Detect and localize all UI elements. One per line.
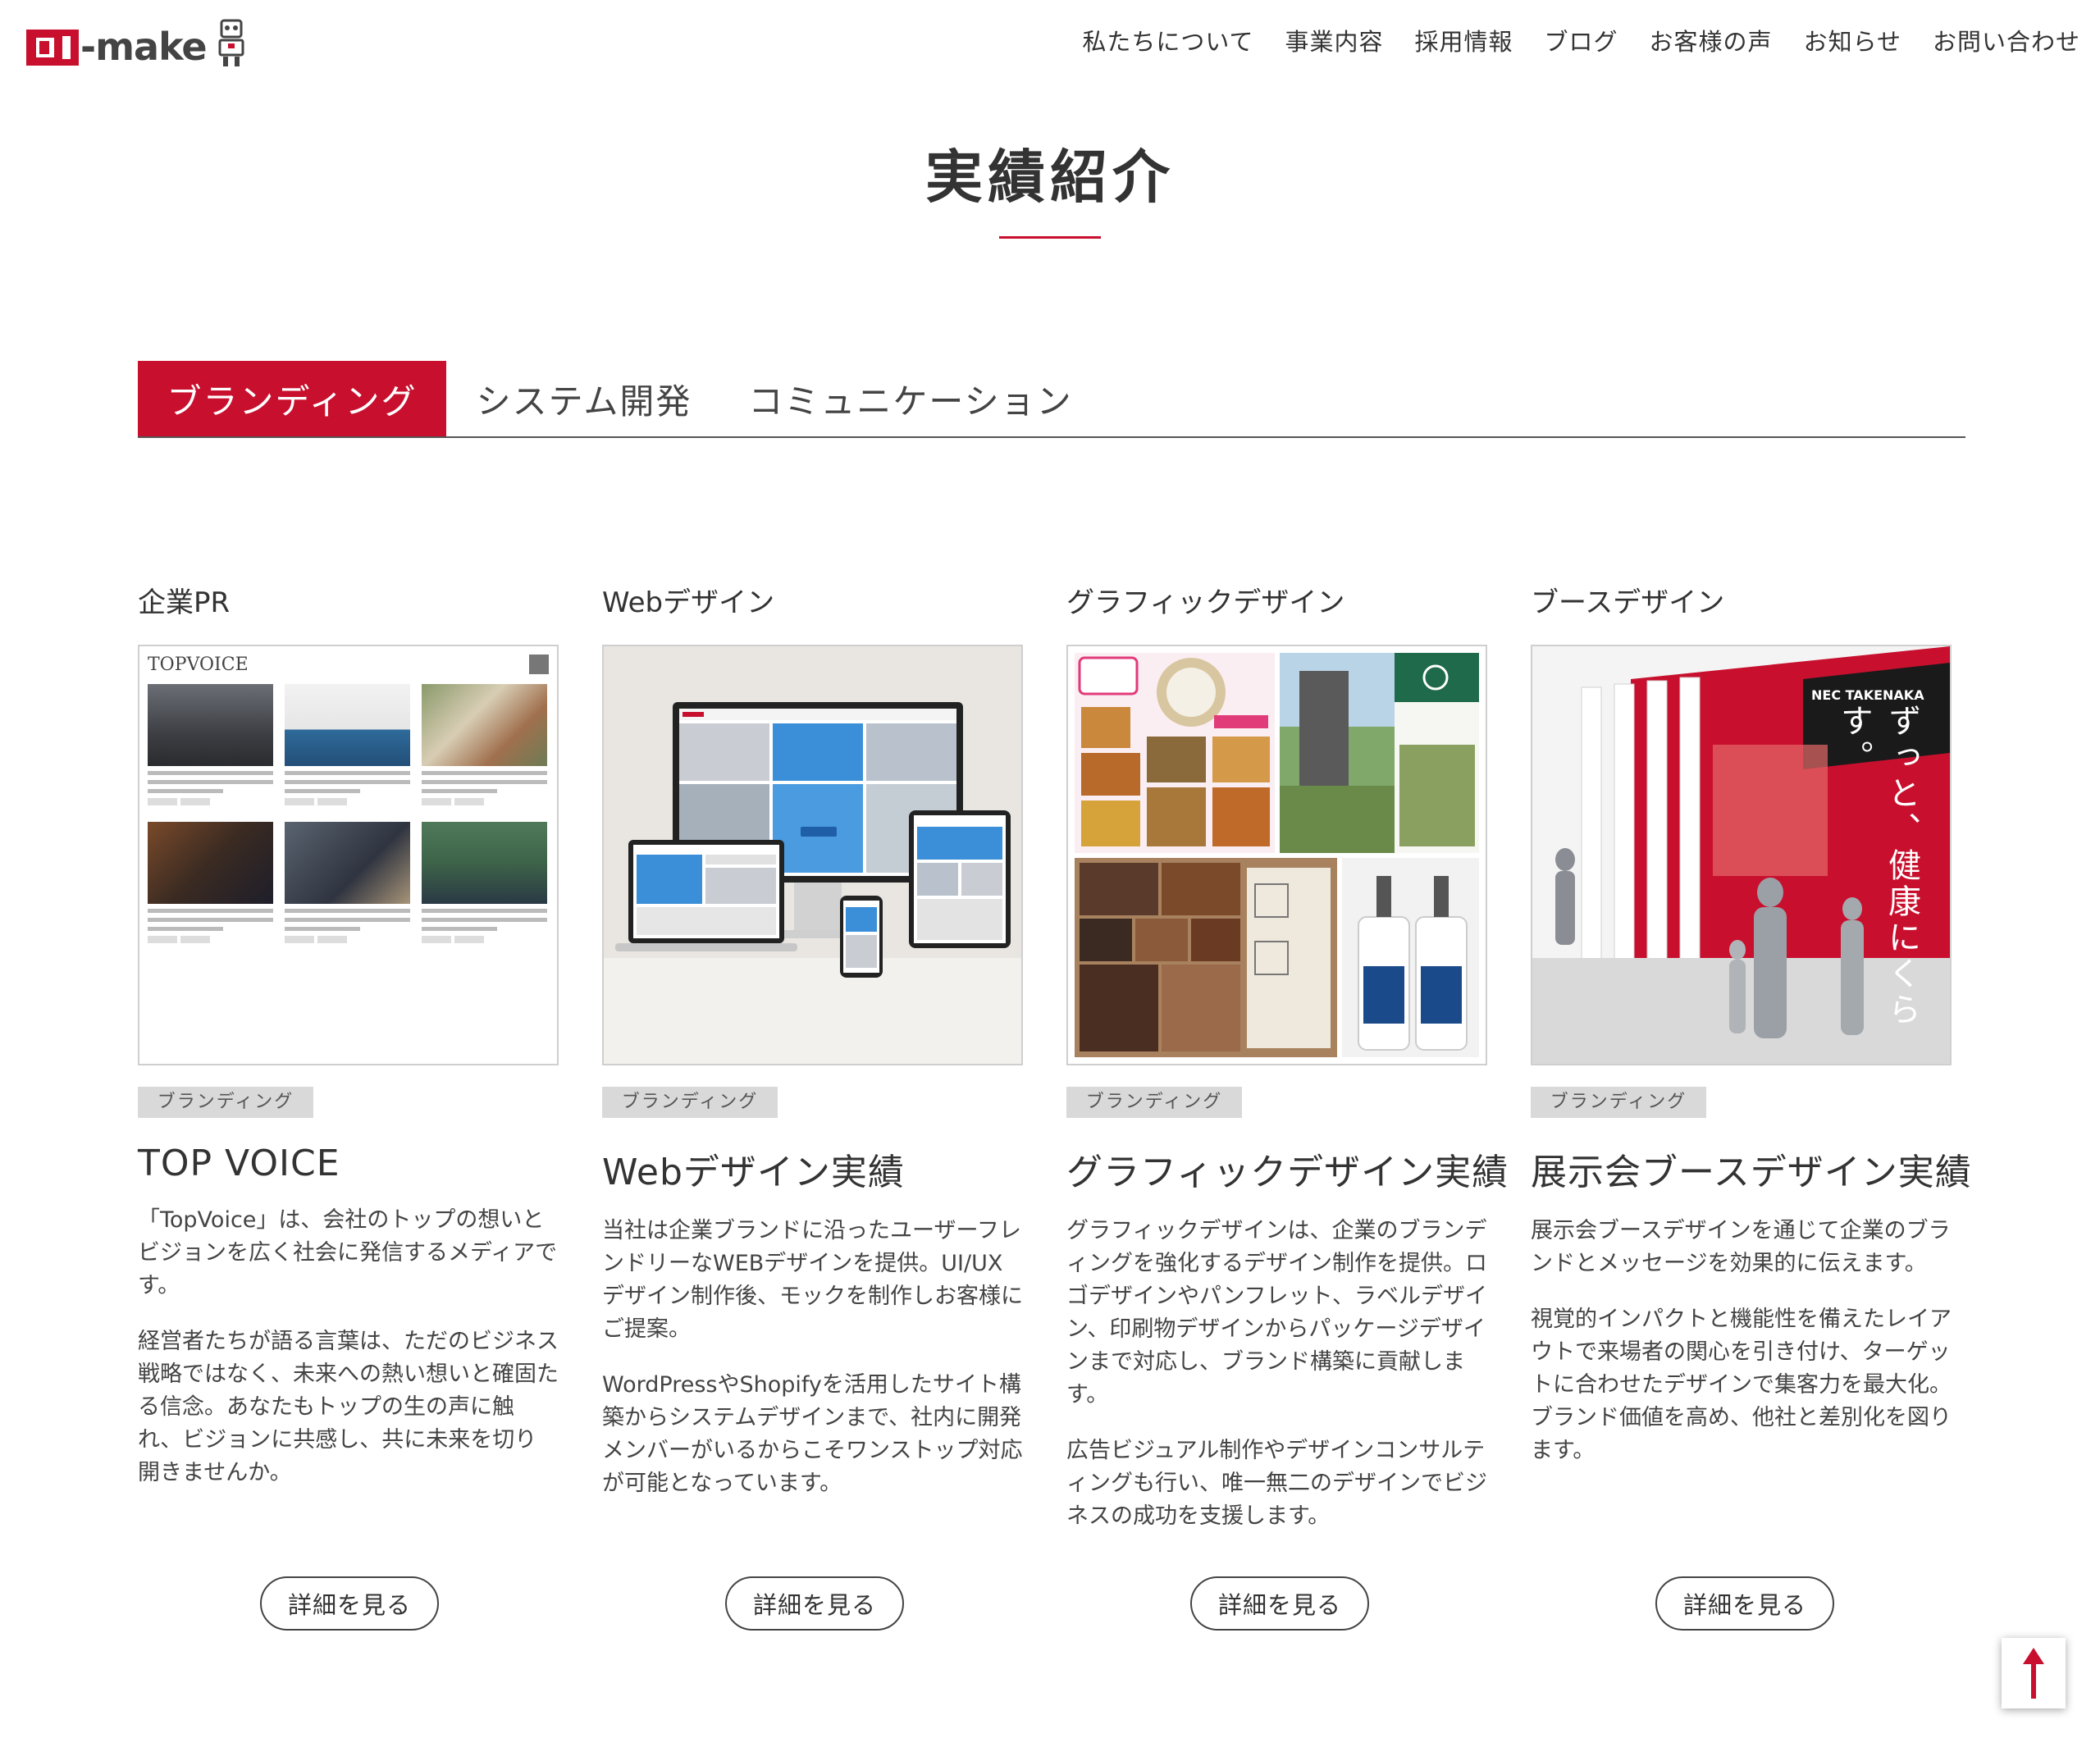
card-category: 企業PR [138,586,231,619]
nav-about[interactable]: 私たちについて [1082,23,1253,57]
logo-text: -make [80,25,208,69]
arrow-up-icon [2023,1648,2044,1699]
card-category: ブースデザイン [1531,586,1725,619]
site-header: -make 私たちについて 事業内容 採用情報 ブログ お客様の声 お知らせ お… [0,0,2100,90]
card-tag: ブランディング [1066,1087,1242,1118]
scroll-top-button[interactable] [2002,1638,2066,1708]
thumb-article [285,822,410,946]
card-category: グラフィックデザイン [1066,586,1345,619]
thumb-article [148,684,273,809]
card-thumbnail[interactable] [1066,645,1487,1065]
card-description: 当社は企業ブランドに沿ったユーザーフレンドリーなWEBデザインを提供。UI/UX… [602,1215,1023,1500]
card-description: 「TopVoice」は、会社のトップの想いとビジョンを広く社会に発信するメディア… [138,1204,559,1489]
card-description-paragraph: 視覚的インパクトと機能性を備えたレイアウトで来場者の関心を引き付け、ターゲットに… [1531,1307,1952,1463]
menu-icon [529,655,549,674]
work-card-graphic-design: グラフィックデザイン ブランディング グラフィックデザイン実績 グラフィックデザ… [1066,581,1509,1533]
nav-business[interactable]: 事業内容 [1285,23,1384,57]
card-description: 展示会ブースデザインを通じて企業のブランドとメッセージを効果的に伝えます。 視覚… [1531,1215,1952,1467]
card-title: Webデザイン実績 [602,1152,905,1193]
booth-catchcopy: ずっと、健康にくらす。 [1835,704,1920,1029]
nav-contact[interactable]: お問い合わせ [1933,23,2080,57]
card-description-paragraph: 当社は企業ブランドに沿ったユーザーフレンドリーなWEBデザインを提供。UI/UX… [602,1218,1023,1342]
thumb-article [422,822,547,946]
card-description-paragraph: 「TopVoice」は、会社のトップの想いとビジョンを広く社会に発信するメディア… [138,1207,558,1298]
detail-button-booth-design[interactable]: 詳細を見る [1655,1576,1834,1631]
thumb-article [285,684,410,809]
work-card-booth-design: ブースデザイン NEC TAKENAKA ずっと、健康にくらす。 ブランディング… [1531,581,1972,1533]
card-title: グラフィックデザイン実績 [1066,1152,1509,1193]
thumb-logo-text: TOPVOICE [148,655,249,675]
logo-mark-icon [26,30,79,66]
detail-button-graphic-design[interactable]: 詳細を見る [1190,1576,1369,1631]
nav-news[interactable]: お知らせ [1804,23,1901,57]
page-title: 実績紹介 [925,143,1175,211]
nav-recruit[interactable]: 採用情報 [1415,23,1513,57]
card-description-paragraph: 広告ビジュアル制作やデザインコンサルティングも行い、唯一無二のデザインでビジネス… [1066,1438,1487,1529]
card-title: TOP VOICE [138,1143,340,1184]
card-thumbnail[interactable]: NEC TAKENAKA ずっと、健康にくらす。 [1531,645,1952,1065]
thumb-article [422,684,547,809]
card-description: グラフィックデザインは、企業のブランディングを強化するデザイン制作を提供。ロゴデ… [1066,1215,1487,1533]
tab-system-development[interactable]: システム開発 [446,361,722,436]
card-title: 展示会ブースデザイン実績 [1531,1152,1972,1193]
device-mockup-illustration [604,646,1021,1064]
card-description-paragraph: WordPressやShopifyを活用したサイト構築からシステムデザインまで、… [602,1372,1023,1496]
robot-icon [218,19,244,66]
title-underline [999,236,1101,239]
card-tag: ブランディング [138,1087,313,1118]
card-description-paragraph: グラフィックデザインは、企業のブランディングを強化するデザイン制作を提供。ロゴデ… [1066,1218,1487,1407]
tab-branding[interactable]: ブランディング [138,361,446,436]
card-category: Webデザイン [602,586,775,619]
tab-communication[interactable]: コミュニケーション [722,361,1099,436]
card-description-paragraph: 経営者たちが語る言葉は、ただのビジネス戦略ではなく、未来への熱い想いと確固たる信… [138,1329,559,1485]
nav-blog[interactable]: ブログ [1545,23,1618,57]
detail-button-web-design[interactable]: 詳細を見る [725,1576,904,1631]
work-card-top-voice: 企業PR TOPVOICE ブランディング TOP VOICE 「TopVoic… [138,581,559,1533]
booth-brand-logo: NEC TAKENAKA [1811,687,1924,703]
card-thumbnail[interactable]: TOPVOICE [138,645,559,1065]
card-thumbnail[interactable] [602,645,1023,1065]
card-tag: ブランディング [1531,1087,1706,1118]
main-nav: 私たちについて 事業内容 採用情報 ブログ お客様の声 お知らせ お問い合わせ [1082,23,2080,57]
graphic-collage-illustration [1068,646,1486,1064]
thumb-article [148,822,273,946]
card-description-paragraph: 展示会ブースデザインを通じて企業のブランドとメッセージを効果的に伝えます。 [1531,1218,1951,1276]
nav-voice[interactable]: お客様の声 [1650,23,1773,57]
card-tag: ブランディング [602,1087,778,1118]
detail-button-top-voice[interactable]: 詳細を見る [260,1576,439,1631]
thumb-article-grid [148,684,550,946]
category-tabs: ブランディング システム開発 コミュニケーション [138,361,1965,438]
logo[interactable]: -make [26,13,264,74]
works-list: 企業PR TOPVOICE ブランディング TOP VOICE 「TopVoic… [138,581,1972,1533]
work-card-web-design: Webデザイン ブランディング Webデザイン実績 当社は企業ブランドに沿ったユ… [602,581,1023,1533]
